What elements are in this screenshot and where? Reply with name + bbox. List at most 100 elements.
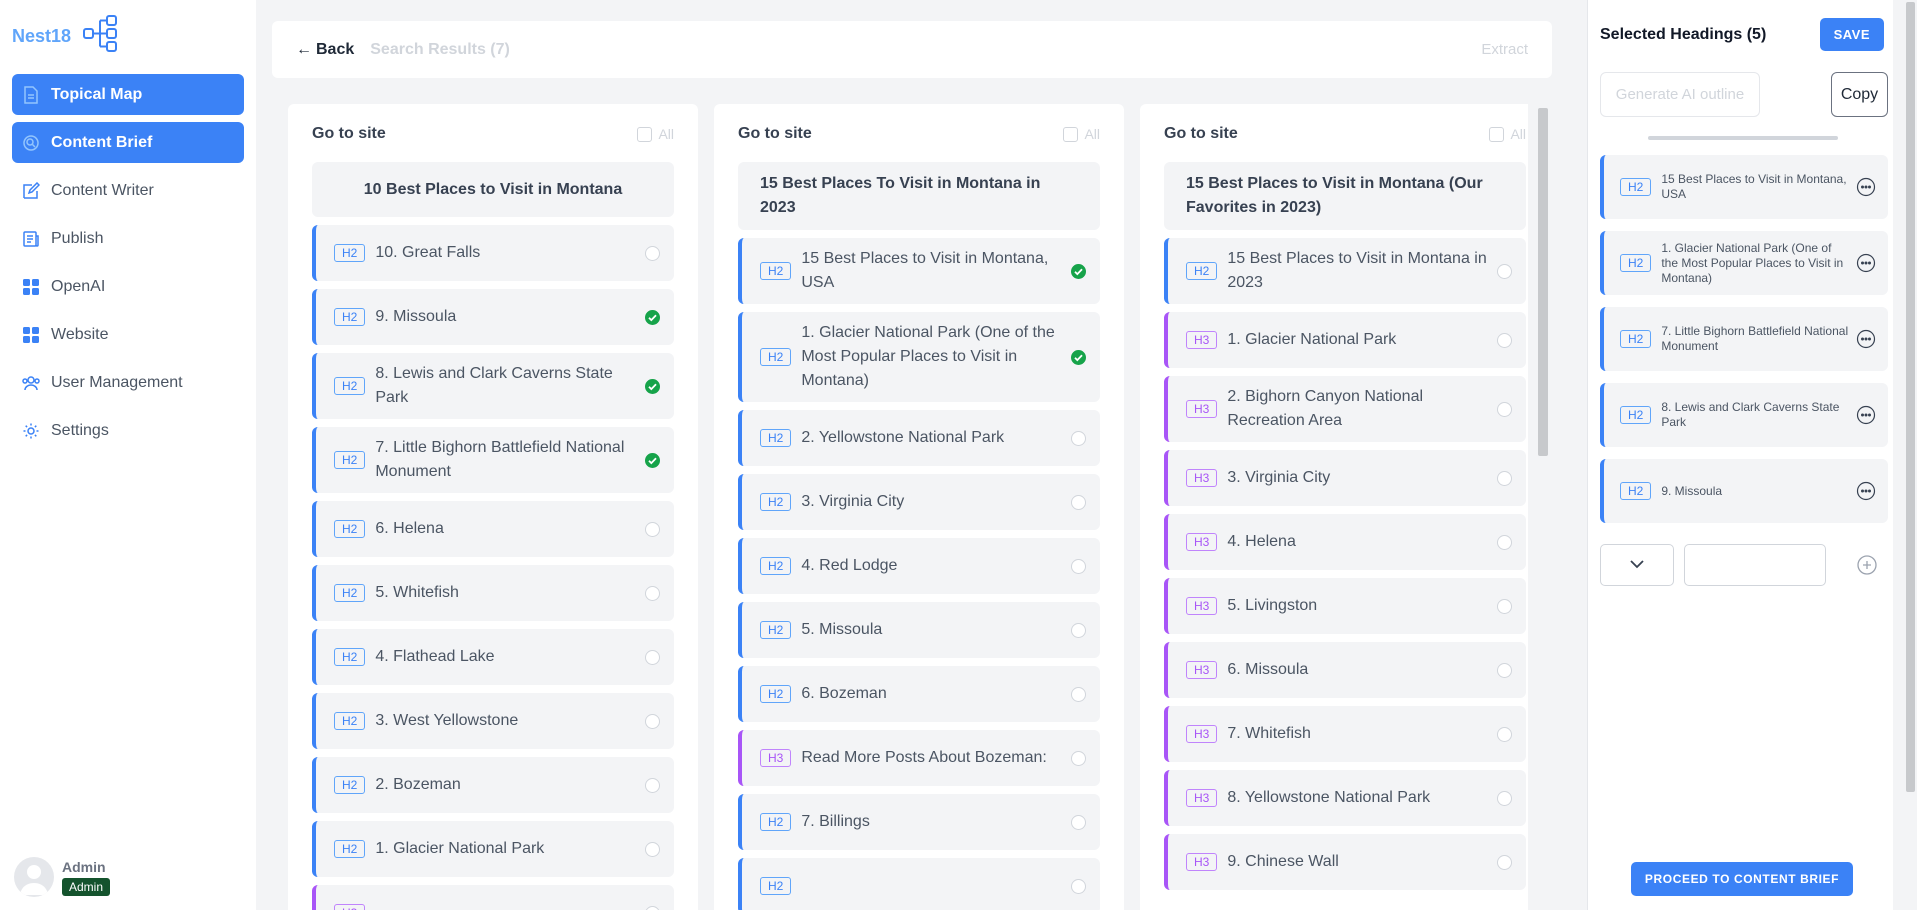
heading-item[interactable]: H2 10. Great Falls — [312, 225, 674, 281]
heading-item[interactable]: H2 6. Helena — [312, 501, 674, 557]
heading-item[interactable]: H2 4. Red Lodge — [738, 538, 1100, 594]
select-radio[interactable] — [1071, 494, 1086, 510]
heading-item[interactable]: H2 15 Best Places to Visit in Montana in … — [1164, 238, 1526, 304]
heading-item[interactable]: H3 7. Whitefish — [1164, 706, 1526, 762]
select-radio[interactable] — [645, 649, 660, 665]
more-options-icon[interactable] — [1856, 329, 1876, 349]
heading-item[interactable]: H2 4. Flathead Lake — [312, 629, 674, 685]
heading-item[interactable]: H2 6. Bozeman — [738, 666, 1100, 722]
results-scrollbar-thumb[interactable] — [1538, 108, 1548, 456]
heading-item[interactable]: H3 3. Virginia City — [1164, 450, 1526, 506]
select-all-checkbox[interactable] — [1489, 126, 1505, 142]
proceed-to-content-brief-button[interactable]: PROCEED TO CONTENT BRIEF — [1631, 862, 1853, 896]
go-to-site-link[interactable]: Go to site — [1164, 125, 1238, 143]
check-circle-icon[interactable] — [1071, 263, 1086, 279]
back-button[interactable]: ← Back — [296, 41, 354, 59]
select-radio[interactable] — [1071, 430, 1086, 446]
select-radio[interactable] — [1497, 726, 1512, 742]
select-radio[interactable] — [645, 585, 660, 601]
select-radio[interactable] — [645, 521, 660, 537]
save-button[interactable]: SAVE — [1819, 18, 1884, 51]
more-options-icon[interactable] — [1856, 177, 1876, 197]
sidebar-item-content-brief[interactable]: Content Brief — [12, 122, 244, 163]
select-radio[interactable] — [1497, 534, 1512, 550]
select-all-toggle[interactable]: All — [637, 126, 674, 142]
select-radio[interactable] — [1071, 814, 1086, 830]
select-radio[interactable] — [1071, 878, 1086, 894]
sidebar-item-settings[interactable]: Settings — [12, 410, 244, 451]
heading-item[interactable]: H2 15 Best Places to Visit in Montana, US… — [738, 238, 1100, 304]
select-radio[interactable] — [1497, 332, 1512, 348]
generate-ai-outline-button[interactable]: Generate AI outline — [1600, 72, 1760, 117]
heading-item[interactable]: H2 2. Bozeman — [312, 757, 674, 813]
heading-item[interactable]: H3 2. Bighorn Canyon National Recreation … — [1164, 376, 1526, 442]
selected-heading-item[interactable]: H2 9. Missoula — [1600, 459, 1888, 523]
heading-item[interactable]: H2 7. Billings — [738, 794, 1100, 850]
heading-item[interactable]: H3 9. Chinese Wall — [1164, 834, 1526, 890]
copy-button[interactable]: Copy — [1831, 72, 1888, 117]
selected-heading-item[interactable]: H2 8. Lewis and Clark Caverns State Park — [1600, 383, 1888, 447]
sidebar-item-publish[interactable]: Publish — [12, 218, 244, 259]
select-radio[interactable] — [1071, 622, 1086, 638]
select-radio[interactable] — [645, 245, 660, 261]
select-radio[interactable] — [645, 905, 660, 910]
selected-heading-item[interactable]: H2 1. Glacier National Park (One of the M… — [1600, 231, 1888, 295]
select-radio[interactable] — [1071, 558, 1086, 574]
heading-item[interactable]: H3 — [312, 885, 674, 910]
go-to-site-link[interactable]: Go to site — [312, 125, 386, 143]
add-heading-icon[interactable] — [1856, 554, 1878, 576]
heading-item[interactable]: H2 8. Lewis and Clark Caverns State Park — [312, 353, 674, 419]
heading-item[interactable]: H2 9. Missoula — [312, 289, 674, 345]
check-circle-icon[interactable] — [645, 309, 660, 325]
check-circle-icon[interactable] — [1071, 349, 1086, 365]
sidebar-item-topical-map[interactable]: Topical Map — [12, 74, 244, 115]
user-profile[interactable]: Admin Admin — [14, 857, 111, 897]
more-options-icon[interactable] — [1856, 405, 1876, 425]
select-radio[interactable] — [1497, 854, 1512, 870]
heading-item[interactable]: H3 4. Helena — [1164, 514, 1526, 570]
selected-heading-item[interactable]: H2 15 Best Places to Visit in Montana, US… — [1600, 155, 1888, 219]
page-scrollbar[interactable] — [1904, 0, 1917, 910]
select-all-checkbox[interactable] — [1063, 126, 1079, 142]
heading-item[interactable]: H2 2. Yellowstone National Park — [738, 410, 1100, 466]
sidebar-item-openai[interactable]: OpenAI — [12, 266, 244, 307]
check-circle-icon[interactable] — [645, 452, 660, 468]
heading-item[interactable]: H2 7. Little Bighorn Battlefield National… — [312, 427, 674, 493]
select-all-toggle[interactable]: All — [1489, 126, 1526, 142]
extract-button[interactable]: Extract — [1481, 41, 1528, 58]
select-radio[interactable] — [1497, 662, 1512, 678]
heading-item[interactable]: H2 3. Virginia City — [738, 474, 1100, 530]
heading-tag-select[interactable] — [1600, 544, 1674, 586]
go-to-site-link[interactable]: Go to site — [738, 125, 812, 143]
more-options-icon[interactable] — [1856, 481, 1876, 501]
heading-item[interactable]: H2 1. Glacier National Park — [312, 821, 674, 877]
heading-item[interactable]: H2 3. West Yellowstone — [312, 693, 674, 749]
heading-item[interactable]: H2 — [738, 858, 1100, 910]
heading-item[interactable]: H2 5. Missoula — [738, 602, 1100, 658]
heading-item[interactable]: H3 8. Yellowstone National Park — [1164, 770, 1526, 826]
heading-item[interactable]: H3 Read More Posts About Bozeman: — [738, 730, 1100, 786]
select-radio[interactable] — [1071, 686, 1086, 702]
sidebar-item-website[interactable]: Website — [12, 314, 244, 355]
sidebar-item-content-writer[interactable]: Content Writer — [12, 170, 244, 211]
select-radio[interactable] — [645, 713, 660, 729]
check-circle-icon[interactable] — [645, 378, 660, 394]
selected-heading-item[interactable]: H2 7. Little Bighorn Battlefield National… — [1600, 307, 1888, 371]
select-radio[interactable] — [1071, 750, 1086, 766]
select-radio[interactable] — [1497, 598, 1512, 614]
page-scrollbar-thumb[interactable] — [1906, 2, 1915, 792]
heading-item[interactable]: H3 1. Glacier National Park — [1164, 312, 1526, 368]
sidebar-item-user-management[interactable]: User Management — [12, 362, 244, 403]
more-options-icon[interactable] — [1856, 253, 1876, 273]
heading-item[interactable]: H2 1. Glacier National Park (One of the M… — [738, 312, 1100, 402]
heading-item[interactable]: H3 6. Missoula — [1164, 642, 1526, 698]
select-radio[interactable] — [1497, 263, 1512, 279]
select-radio[interactable] — [645, 841, 660, 857]
select-all-checkbox[interactable] — [637, 126, 653, 142]
select-all-toggle[interactable]: All — [1063, 126, 1100, 142]
select-radio[interactable] — [645, 777, 660, 793]
heading-item[interactable]: H2 5. Whitefish — [312, 565, 674, 621]
select-radio[interactable] — [1497, 790, 1512, 806]
heading-item[interactable]: H3 5. Livingston — [1164, 578, 1526, 634]
brand[interactable]: Nest18 — [12, 14, 123, 59]
